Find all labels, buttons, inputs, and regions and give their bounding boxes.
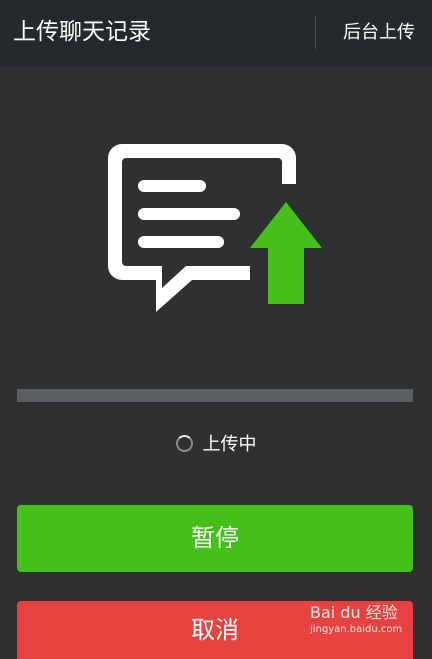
title-bar: 上传聊天记录 后台上传 bbox=[0, 0, 432, 66]
chat-upload-illustration-svg bbox=[108, 144, 322, 312]
upload-progress-bar bbox=[17, 389, 413, 402]
chat-record-upload-icon bbox=[100, 140, 328, 324]
watermark-brand: Bai du 经验 bbox=[310, 603, 398, 622]
text-line-1 bbox=[138, 180, 206, 192]
watermark-url: jingyan.baidu.com bbox=[310, 624, 403, 635]
text-line-2 bbox=[138, 208, 240, 220]
upload-status-label: 上传中 bbox=[202, 434, 257, 455]
upload-arrow-icon bbox=[250, 202, 322, 304]
background-upload-button[interactable]: 后台上传 bbox=[326, 16, 432, 50]
pause-button[interactable]: 暂停 bbox=[17, 505, 413, 572]
upload-status: 上传中 bbox=[0, 431, 432, 459]
page-title: 上传聊天记录 bbox=[13, 19, 151, 45]
baidu-jingyan-watermark: Bai du 经验 jingyan.baidu.com bbox=[310, 603, 402, 637]
header-divider bbox=[315, 16, 316, 49]
text-line-3 bbox=[138, 236, 224, 248]
loading-spinner-icon bbox=[175, 435, 193, 452]
